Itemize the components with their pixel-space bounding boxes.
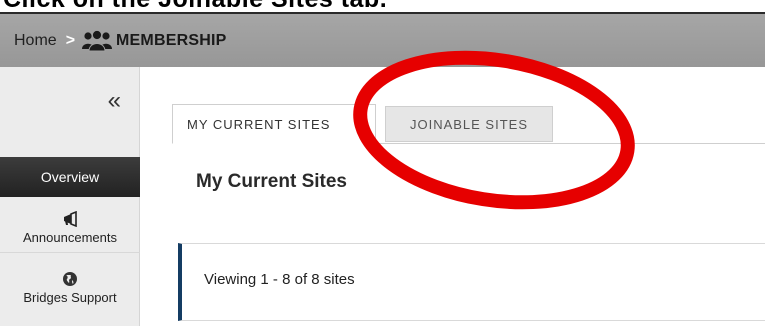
viewing-summary-panel: Viewing 1 - 8 of 8 sites [178, 243, 765, 321]
tab-label: MY CURRENT SITES [187, 116, 331, 132]
viewing-count-text: Viewing 1 - 8 of 8 sites [204, 271, 355, 288]
screenshot-root: Click on the Joinable Sites tab. Home > … [0, 0, 765, 326]
globe-icon [62, 271, 78, 287]
breadcrumb-title: MEMBERSHIP [116, 31, 227, 49]
sidebar-item-announcements[interactable]: Announcements [0, 203, 140, 253]
membership-tabs: MY CURRENT SITES JOINABLE SITES [172, 104, 553, 144]
instruction-caption-text: Click on the Joinable Sites tab. [3, 0, 387, 12]
page-title: My Current Sites [196, 171, 347, 192]
sidebar-item-label: Announcements [23, 230, 117, 245]
group-icon [81, 29, 113, 52]
sidebar-item-label: Bridges Support [23, 290, 117, 305]
instruction-caption: Click on the Joinable Sites tab. [0, 0, 765, 12]
left-sidebar: « Overview Announcements Bridges Support [0, 67, 140, 326]
tab-joinable-sites[interactable]: JOINABLE SITES [385, 106, 553, 142]
main-content: MY CURRENT SITES JOINABLE SITES My Curre… [140, 67, 765, 326]
sidebar-item-overview-label: Overview [40, 169, 100, 185]
sidebar-item-bridges-support[interactable]: Bridges Support [0, 263, 140, 313]
collapse-sidebar-button[interactable]: « [108, 89, 121, 113]
tab-label: JOINABLE SITES [409, 116, 529, 132]
breadcrumb-home-link[interactable]: Home [14, 32, 57, 50]
megaphone-icon [62, 210, 78, 228]
sidebar-item-overview[interactable]: Overview [0, 157, 140, 197]
breadcrumb-separator: > [65, 31, 76, 49]
tab-my-current-sites[interactable]: MY CURRENT SITES [172, 104, 376, 144]
top-header: Home > MEMBERSHIP [0, 12, 765, 67]
